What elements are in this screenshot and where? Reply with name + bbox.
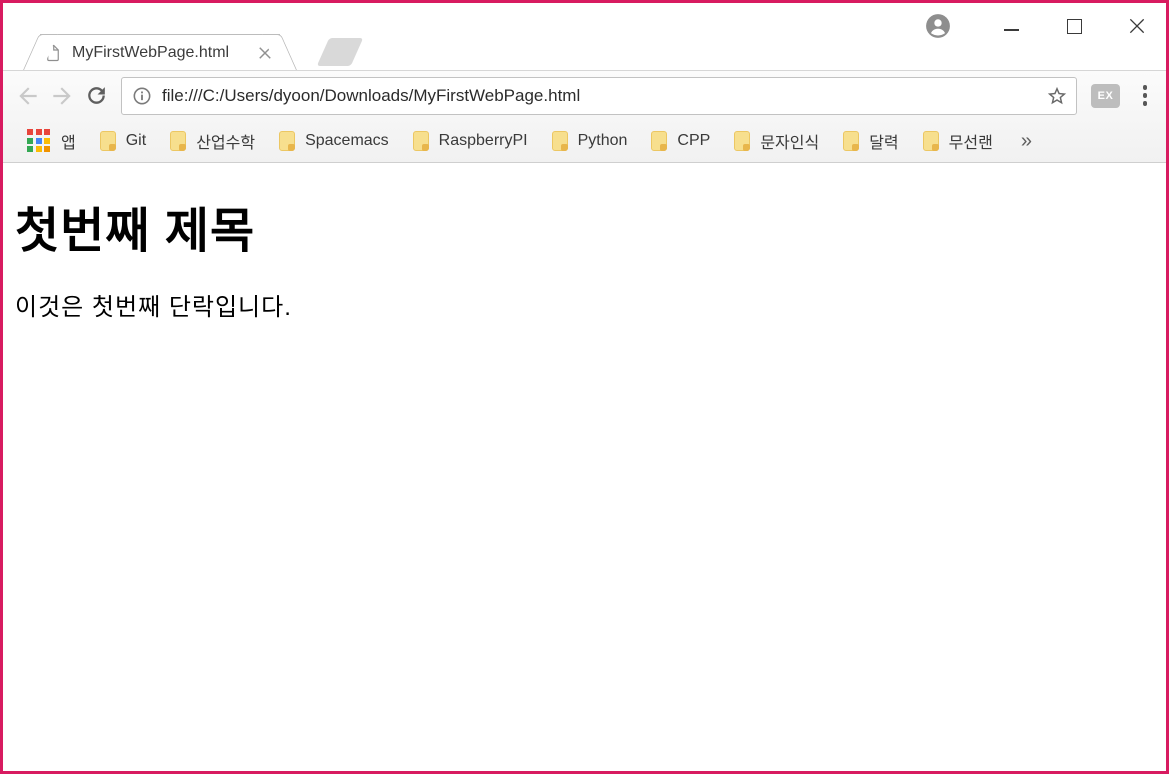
menu-kebab-icon[interactable] [1134,83,1156,109]
browser-window: MyFirstWebPage.html file:///C:/Users/dyo… [0,0,1169,774]
bookmark-label: Git [125,132,147,149]
page-paragraph: 이것은 첫번째 단락입니다. [15,294,292,321]
folder-icon [99,131,116,151]
folder-icon [279,131,296,151]
folder-icon [551,131,568,151]
maximize-icon [1066,18,1082,34]
bookmark-folder[interactable]: 문자인식 [724,125,829,157]
bookmark-label: CPP [677,132,711,149]
bookmark-folder[interactable]: RaspberryPI [403,127,538,155]
bookmark-folder[interactable]: Spacemacs [269,127,399,155]
tab-strip: MyFirstWebPage.html [3,3,1166,70]
folder-icon [843,131,860,151]
reload-button[interactable] [79,79,113,113]
bookmark-apps[interactable]: 앱 [17,125,86,157]
back-arrow-icon [19,86,37,105]
browser-tab[interactable]: MyFirstWebPage.html [40,34,280,70]
folder-icon [651,131,668,151]
page-content: 첫번째 제목 이것은 첫번째 단락입니다. [3,163,1166,771]
maximize-button[interactable] [1059,11,1089,41]
folder-icon [170,131,187,151]
navigation-toolbar: file:///C:/Users/dyoon/Downloads/MyFirst… [3,71,1166,120]
bookmark-folder[interactable]: Python [542,127,638,155]
tab-title: MyFirstWebPage.html [72,43,230,61]
bookmark-star-icon[interactable] [1046,85,1068,107]
bookmark-folder[interactable]: 산업수학 [160,125,265,157]
profile-avatar-icon[interactable] [925,13,951,39]
page-heading: 첫번째 제목 [15,205,256,258]
bookmark-folder[interactable]: 무선랜 [913,125,1003,157]
bookmarks-bar: 앱 Git 산업수학 Spacemacs RaspberryPI Python [3,120,1166,162]
bookmarks-overflow-chevron-icon[interactable]: » [1013,130,1040,153]
page-info-icon[interactable] [132,86,152,106]
forward-arrow-icon [53,86,71,105]
url-text[interactable]: file:///C:/Users/dyoon/Downloads/MyFirst… [162,86,1046,106]
bookmark-folder[interactable]: 달력 [833,125,908,157]
browser-chrome: file:///C:/Users/dyoon/Downloads/MyFirst… [3,70,1166,163]
bookmark-label: 무선랜 [948,135,993,152]
minimize-icon [1003,29,1019,31]
bookmark-label: 문자인식 [760,135,820,152]
back-button[interactable] [11,79,45,113]
bookmark-folder[interactable]: CPP [641,127,720,155]
reload-icon [87,87,105,104]
tab-close-icon[interactable] [256,44,274,62]
folder-icon [922,131,939,151]
bookmark-label: 달력 [869,135,899,152]
close-icon [1129,18,1145,34]
folder-icon [734,131,751,151]
forward-button[interactable] [45,79,79,113]
bookmark-label: 산업수학 [196,135,256,152]
bookmark-folder[interactable]: Git [90,127,156,155]
window-controls [925,11,1152,41]
new-tab-button[interactable] [316,38,364,66]
address-bar[interactable]: file:///C:/Users/dyoon/Downloads/MyFirst… [121,76,1077,115]
document-icon [44,44,62,62]
bookmark-label: Spacemacs [305,132,389,149]
bookmark-label: 앱 [61,135,76,152]
close-window-button[interactable] [1122,11,1152,41]
extension-button[interactable]: EX [1091,83,1120,108]
bookmark-label: Python [577,132,628,149]
apps-grid-icon [27,129,51,153]
bookmark-label: RaspberryPI [438,132,528,149]
minimize-button[interactable] [996,11,1026,41]
folder-icon [412,131,429,151]
